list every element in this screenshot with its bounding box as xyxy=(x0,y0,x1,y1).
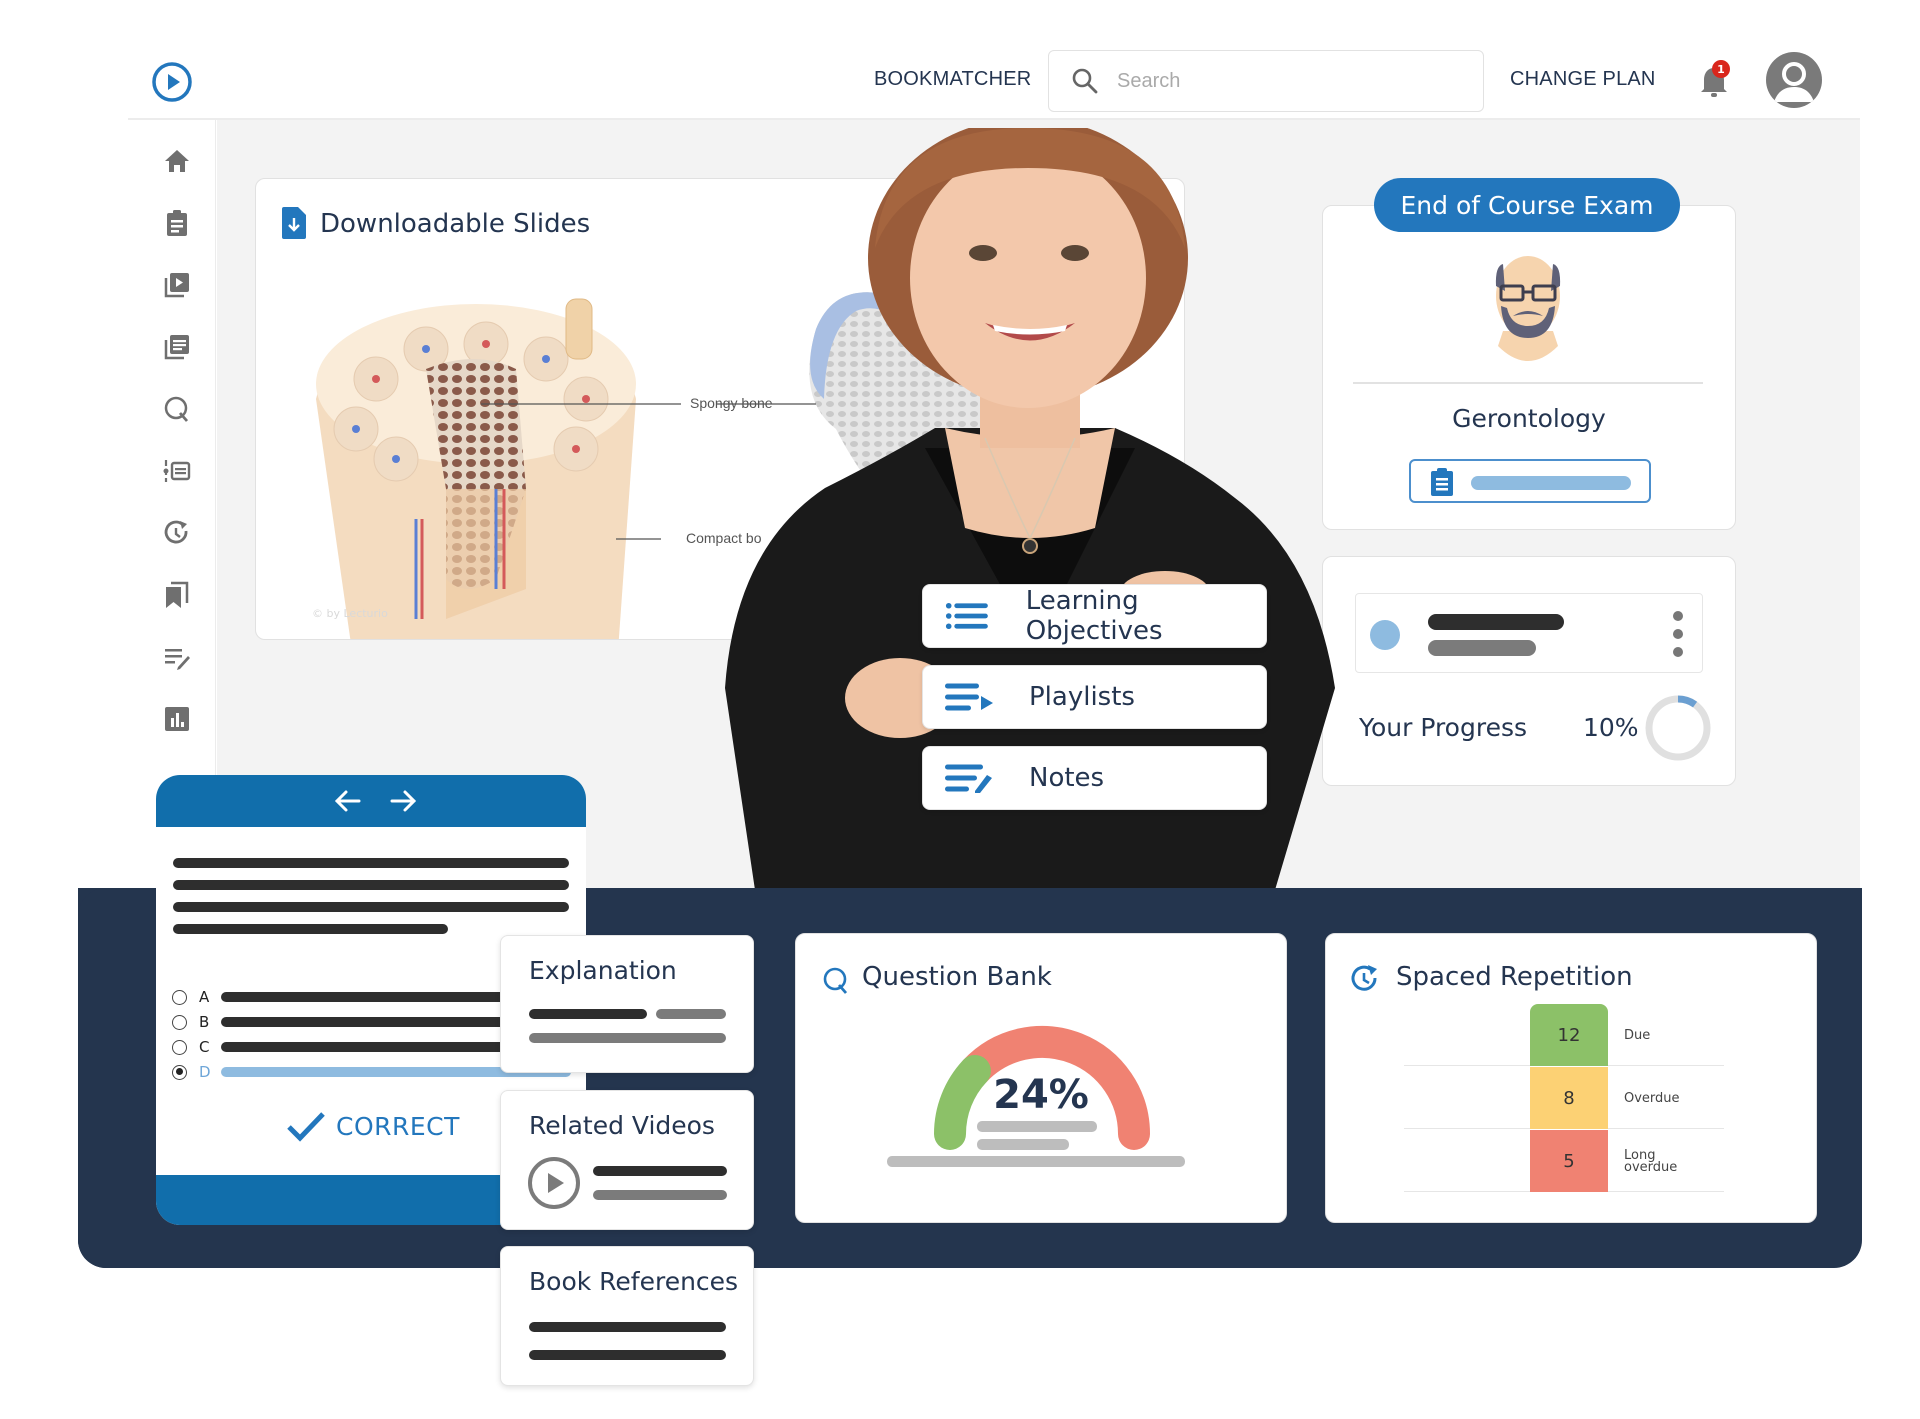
user-avatar-icon[interactable] xyxy=(1766,52,1822,108)
start-exam-button[interactable] xyxy=(1409,459,1651,503)
spaced-repetition-icon xyxy=(1351,965,1377,991)
progress-label: Your Progress xyxy=(1359,713,1528,742)
watermark: © by Lecturio xyxy=(312,607,388,620)
radio-button-selected[interactable] xyxy=(172,1064,187,1080)
more-options-icon[interactable] xyxy=(1672,610,1684,658)
outline-list-icon[interactable] xyxy=(162,456,192,486)
article-library-icon[interactable] xyxy=(162,332,192,362)
play-circle-icon xyxy=(528,1157,580,1209)
notes-icon[interactable] xyxy=(162,642,192,672)
placeholder-line xyxy=(977,1139,1069,1150)
end-of-course-exam-card[interactable]: Gerontology xyxy=(1322,205,1736,530)
question-text-line xyxy=(173,880,569,890)
course-subtitle-placeholder xyxy=(1428,640,1536,656)
download-document-icon xyxy=(282,207,306,239)
sidebar xyxy=(128,120,216,888)
notes-edit-icon xyxy=(945,764,992,793)
placeholder-line xyxy=(593,1166,727,1176)
exam-button-placeholder-bar xyxy=(1471,476,1631,490)
search-box[interactable] xyxy=(1048,50,1484,112)
top-header: BOOKMATCHER CHANGE PLAN 1 xyxy=(128,0,1860,120)
home-icon[interactable] xyxy=(162,146,192,176)
progress-ring xyxy=(1645,695,1711,761)
placeholder-line xyxy=(529,1322,726,1332)
related-videos-card[interactable]: Related Videos xyxy=(500,1090,754,1230)
playlists-label: Playlists xyxy=(1029,682,1135,712)
end-of-course-exam-pill[interactable]: End of Course Exam xyxy=(1374,178,1680,232)
related-videos-title: Related Videos xyxy=(529,1111,715,1140)
spaced-repetition-title: Spaced Repetition xyxy=(1396,962,1633,992)
book-references-card[interactable]: Book References xyxy=(500,1246,754,1386)
placeholder-line xyxy=(529,1033,726,1043)
course-row[interactable] xyxy=(1355,593,1703,673)
long-overdue-count: 5 xyxy=(1530,1130,1608,1192)
bookmarks-icon[interactable] xyxy=(162,580,192,610)
features-band-left-edge xyxy=(78,888,138,1268)
result-correct: CORRECT xyxy=(286,1110,460,1142)
list-icon xyxy=(945,602,988,630)
overdue-label: Overdue xyxy=(1624,1091,1680,1106)
course-title-placeholder xyxy=(1428,614,1564,630)
radio-button[interactable] xyxy=(172,989,187,1005)
bookmatcher-link[interactable]: BOOKMATCHER xyxy=(874,68,1031,91)
placeholder-line xyxy=(529,1350,726,1360)
explanation-title: Explanation xyxy=(529,956,677,985)
due-label: Due xyxy=(1624,1028,1651,1043)
question-bank-title: Question Bank xyxy=(862,962,1052,992)
question-text-line xyxy=(173,858,569,868)
statistics-icon[interactable] xyxy=(162,704,192,734)
video-library-icon[interactable] xyxy=(162,270,192,300)
search-icon xyxy=(1072,68,1098,94)
course-status-dot xyxy=(1370,620,1400,650)
instructor-avatar-icon xyxy=(1495,256,1561,361)
playlists-button[interactable]: Playlists xyxy=(922,665,1267,729)
question-bank-icon[interactable] xyxy=(162,394,192,424)
play-circle-logo-icon[interactable] xyxy=(150,60,194,104)
learning-objectives-button[interactable]: Learning Objectives xyxy=(922,584,1267,648)
next-arrow-icon[interactable] xyxy=(386,785,420,817)
spaced-repetition-card[interactable]: Spaced Repetition 12 8 5 Due Overdue Lon… xyxy=(1325,933,1817,1223)
progress-card: Your Progress 10% xyxy=(1322,556,1736,786)
explanation-card[interactable]: Explanation xyxy=(500,935,754,1073)
due-count: 12 xyxy=(1530,1004,1608,1066)
slides-title: Downloadable Slides xyxy=(320,209,591,239)
clipboard-icon[interactable] xyxy=(162,208,192,238)
question-bank-icon xyxy=(823,967,848,994)
placeholder-line xyxy=(977,1121,1097,1132)
notes-button[interactable]: Notes xyxy=(922,746,1267,810)
question-bank-card[interactable]: Question Bank 24% xyxy=(795,933,1287,1223)
question-text-line xyxy=(173,902,569,912)
placeholder-line xyxy=(656,1009,726,1019)
learning-objectives-label: Learning Objectives xyxy=(1025,586,1163,646)
progress-ring-track xyxy=(1645,695,1711,761)
radio-button[interactable] xyxy=(172,1014,187,1030)
book-references-title: Book References xyxy=(529,1267,739,1296)
previous-arrow-icon[interactable] xyxy=(331,785,365,817)
spaced-repetition-icon[interactable] xyxy=(162,518,192,548)
exam-subject: Gerontology xyxy=(1452,404,1606,433)
score-percent: 24% xyxy=(993,1072,1089,1118)
exam-divider xyxy=(1353,382,1703,384)
long-overdue-label: Long overdue xyxy=(1624,1148,1678,1175)
result-label: CORRECT xyxy=(336,1111,460,1141)
playlist-icon xyxy=(945,683,993,711)
placeholder-line xyxy=(887,1156,1185,1167)
placeholder-line xyxy=(529,1009,647,1019)
question-text-line xyxy=(173,924,448,934)
clipboard-icon xyxy=(1431,468,1453,496)
search-input[interactable] xyxy=(1117,69,1447,93)
placeholder-line xyxy=(593,1190,727,1200)
notification-badge: 1 xyxy=(1712,60,1730,78)
overdue-count: 8 xyxy=(1530,1067,1608,1129)
radio-button[interactable] xyxy=(172,1039,187,1055)
quiz-nav-bar xyxy=(156,775,586,827)
checkmark-icon xyxy=(287,1112,325,1142)
progress-value: 10% xyxy=(1583,713,1639,742)
notes-label: Notes xyxy=(1029,763,1105,793)
change-plan-link[interactable]: CHANGE PLAN xyxy=(1510,68,1656,91)
